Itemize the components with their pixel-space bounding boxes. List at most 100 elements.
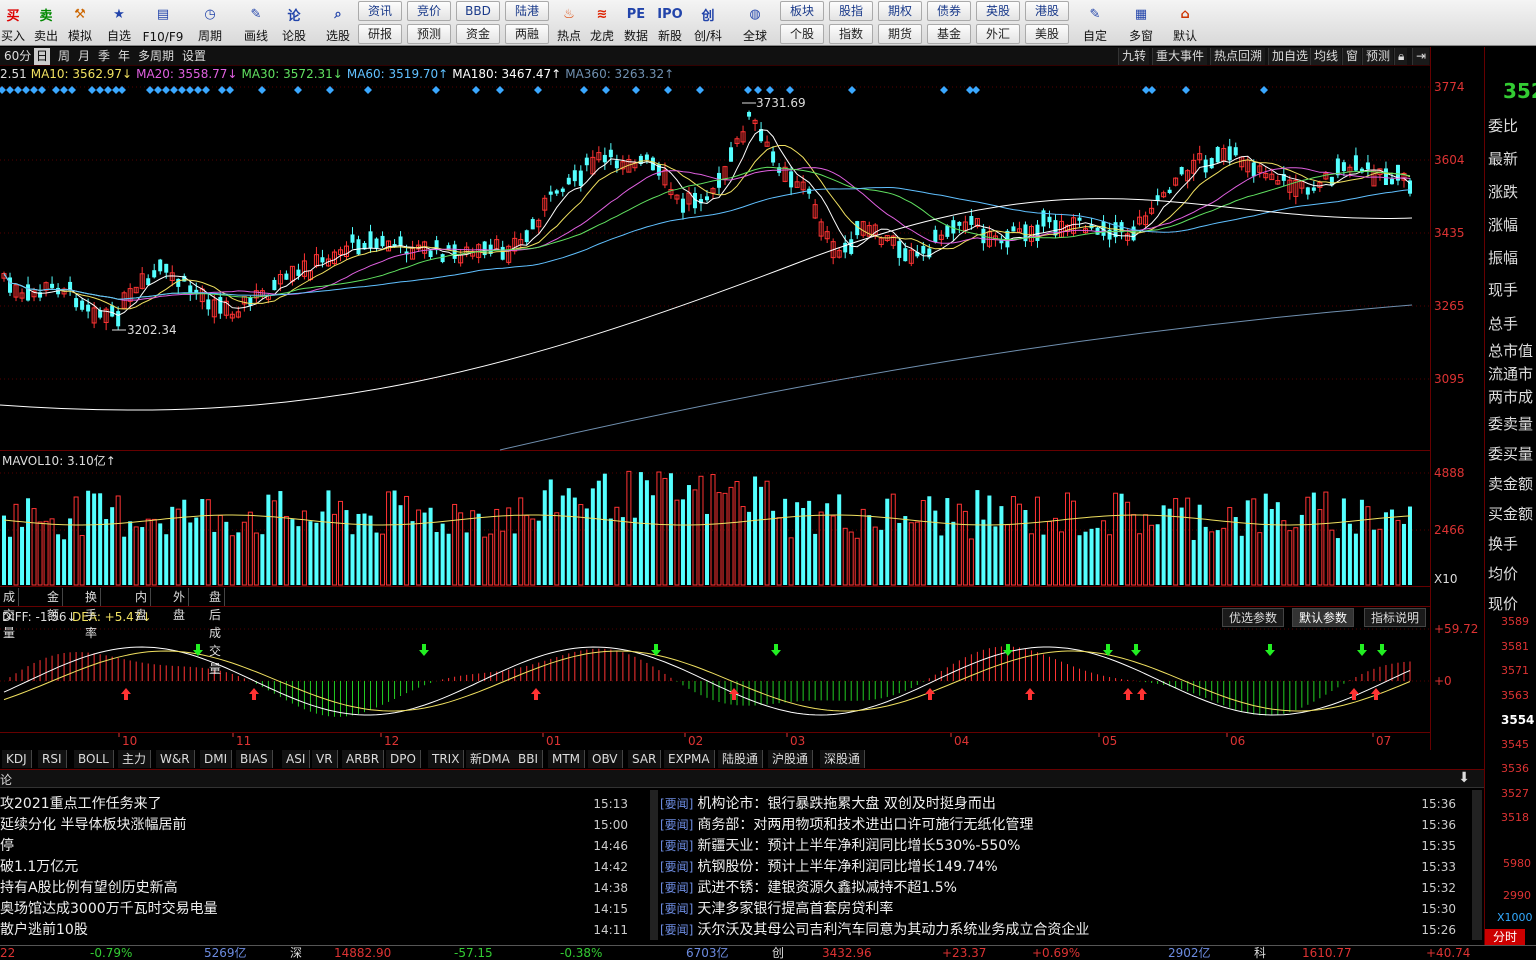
news-title: 奥场馆达成3000万千瓦时交易电量	[0, 901, 218, 917]
month-label: 12	[384, 734, 399, 748]
indicator-tab-7[interactable]: ASI	[282, 750, 311, 768]
market-button-top-0[interactable]: 板块	[780, 1, 824, 21]
news-item[interactable]: 散户逃前10股 14:11	[0, 920, 628, 941]
toolbar-right-button-2[interactable]: ⌂ 默认	[1164, 0, 1206, 46]
indicator-tab-13[interactable]: BBI	[514, 750, 544, 768]
indicator-tab-14[interactable]: MTM	[548, 750, 586, 768]
indicator-tab-2[interactable]: BOLL	[74, 750, 114, 768]
indicator-tab-10[interactable]: DPO	[386, 750, 421, 768]
news-title: 天津多家银行提高首套房贷利率	[697, 901, 894, 917]
indicator-tab-6[interactable]: BIAS	[236, 750, 273, 768]
indicator-tab-17[interactable]: EXPMA	[664, 750, 715, 768]
status-value-8: 创	[772, 946, 785, 960]
toolbar-button-8[interactable]: ⌕ 选股	[318, 0, 358, 46]
news-tag: [要闻]	[660, 860, 694, 874]
indicator-tab-12[interactable]: 新DMA	[466, 750, 515, 768]
download-icon[interactable]: ⬇	[1458, 770, 1470, 786]
news-item[interactable]: [要闻] 杭钢股份：预计上半年净利润同比增长149.74% 15:33	[660, 857, 1456, 878]
indicator-tab-18[interactable]: 陆股通	[718, 750, 764, 768]
toolbar-button-2[interactable]: ⚒ 模拟	[64, 0, 96, 46]
market-button-bottom-4[interactable]: 外汇	[976, 24, 1020, 44]
market-button-top-4[interactable]: 英股	[976, 1, 1020, 21]
toolbar-button-0[interactable]: 买买入	[0, 0, 26, 46]
quick-button-bottom-0[interactable]: 研报	[358, 24, 402, 44]
toolbar-button-1[interactable]: 卖卖出	[32, 0, 60, 46]
news-item[interactable]: 破1.1万亿元 14:42	[0, 857, 628, 878]
news-item[interactable]: 停 14:46	[0, 836, 628, 857]
toolbar-button-6[interactable]: ✎ 画线	[236, 0, 276, 46]
toolbar-button-5[interactable]: ◷ 周期	[188, 0, 232, 46]
timeshare-vol-tick: 5980	[1503, 857, 1531, 870]
market-button-top-2[interactable]: 期权	[878, 1, 922, 21]
indicator-tab-19[interactable]: 沪股通	[768, 750, 814, 768]
market-button-top-3[interactable]: 债券	[927, 1, 971, 21]
toolbar-mid-button-4[interactable]: 创创/科	[686, 0, 730, 46]
timeshare-tab[interactable]: 分时	[1485, 929, 1525, 945]
market-button-top-5[interactable]: 港股	[1025, 1, 1069, 21]
macd-param-button-1[interactable]: 默认参数	[1292, 608, 1355, 627]
news-item[interactable]: 持有A股比例有望创历史新高 14:38	[0, 878, 628, 899]
quick-button-bottom-1[interactable]: 预测	[407, 24, 451, 44]
toolbar-right-label: 自定	[1082, 29, 1107, 43]
indicator-tabs: KDJ RSI BOLL 主力 W&R DMI BIAS ASI VR ARBR DPO TRIX 新D…	[0, 750, 1430, 768]
news-item[interactable]: 攻2021重点工作任务来了 15:13	[0, 794, 628, 815]
kline-chart[interactable]: 3774 3604 3435 3265 3095 3731.69 3202.34 MAVOL1…	[0, 47, 1484, 750]
status-value-4: 14882.90	[334, 946, 392, 960]
indicator-tab-20[interactable]: 深股通	[820, 750, 866, 768]
volume-tab-3[interactable]: 内盘	[132, 588, 152, 622]
indicator-tab-4[interactable]: W&R	[156, 750, 195, 768]
toolbar-button-4[interactable]: ▤ F10/F9	[142, 0, 184, 46]
toolbar-right-button-1[interactable]: ▦ 多窗	[1120, 0, 1162, 46]
news-item[interactable]: [要闻] 天津多家银行提高首套房贷利率 15:30	[660, 899, 1456, 920]
indicator-tab-15[interactable]: OBV	[588, 750, 623, 768]
news-item[interactable]: [要闻] 机构论市：银行暴跌拖累大盘 双创及时挺身而出 15:36	[660, 794, 1456, 815]
market-button-top-1[interactable]: 股指	[829, 1, 873, 21]
indicator-tab-16[interactable]: SAR	[628, 750, 662, 768]
volume-tab-1[interactable]: 金额	[44, 588, 64, 622]
toolbar-mid-button-5[interactable]: ◍ 全球	[734, 0, 776, 46]
toolbar-button-7[interactable]: 论论股	[278, 0, 310, 46]
market-button-bottom-3[interactable]: 基金	[927, 24, 971, 44]
market-button-bottom-5[interactable]: 美股	[1025, 24, 1069, 44]
quick-button-top-0[interactable]: 资讯	[358, 1, 402, 21]
volume-tab-0[interactable]: 成交量	[0, 588, 20, 640]
volume-tab-5[interactable]: 盘后成交量	[206, 588, 226, 676]
indicator-tab-0[interactable]: KDJ	[2, 750, 32, 768]
market-button-bottom-2[interactable]: 期货	[878, 24, 922, 44]
volume-tab-2[interactable]: 换手率	[82, 588, 102, 640]
news-time: 14:42	[593, 860, 628, 874]
news-item[interactable]: 奥场馆达成3000万千瓦时交易电量 14:15	[0, 899, 628, 920]
indicator-tab-5[interactable]: DMI	[200, 750, 233, 768]
news-item[interactable]: [要闻] 沃尔沃及其母公司吉利汽车同意为其动力系统业务成立合资企业 15:26	[660, 920, 1456, 941]
macd-param-button-2[interactable]: 指标说明	[1364, 608, 1427, 627]
toolbar-mid-button-0[interactable]: ♨ 热点	[554, 0, 584, 46]
indicator-tab-3[interactable]: 主力	[118, 750, 152, 768]
news-time: 15:00	[593, 818, 628, 832]
toolbar-button-3[interactable]: ★ 自选	[100, 0, 138, 46]
toolbar-mid-button-1[interactable]: ≋ 龙虎	[586, 0, 618, 46]
news-item[interactable]: [要闻] 武进不锈：建银资源久鑫拟减持不超1.5% 15:32	[660, 878, 1456, 899]
market-button-bottom-0[interactable]: 个股	[780, 24, 824, 44]
news-item[interactable]: [要闻] 新疆天业：预计上半年净利润同比增长530%-550% 15:35	[660, 836, 1456, 857]
indicator-tab-8[interactable]: VR	[312, 750, 338, 768]
volume-tab-4[interactable]: 外盘	[170, 588, 190, 622]
news-item[interactable]: [要闻] 商务部：对两用物项和技术进出口许可施行无纸化管理 15:36	[660, 815, 1456, 836]
toolbar-mid-button-3[interactable]: IPO 新股	[654, 0, 686, 46]
indicator-tab-9[interactable]: ARBR	[342, 750, 385, 768]
quick-button-top-3[interactable]: 陆港	[505, 1, 549, 21]
toolbar-right-label: 多窗	[1128, 29, 1153, 43]
quick-button-bottom-2[interactable]: 资金	[456, 24, 500, 44]
news-tag: [要闻]	[660, 902, 694, 916]
market-button-bottom-1[interactable]: 指数	[829, 24, 873, 44]
toolbar-right-button-0[interactable]: ✎ 自定	[1074, 0, 1116, 46]
indicator-tab-11[interactable]: TRIX	[428, 750, 465, 768]
news-item[interactable]: 延续分化 半导体板块涨幅居前 15:00	[0, 815, 628, 836]
quick-button-top-1[interactable]: 竞价	[407, 1, 451, 21]
toolbar-mid-button-2[interactable]: PE 数据	[620, 0, 652, 46]
sell-signal-icon	[1265, 644, 1275, 656]
macd-param-button-0[interactable]: 优选参数	[1222, 608, 1285, 627]
quick-button-top-2[interactable]: BBD	[456, 1, 500, 21]
quick-button-bottom-3[interactable]: 两融	[505, 24, 549, 44]
news-scrollbar[interactable]	[1472, 790, 1482, 940]
indicator-tab-1[interactable]: RSI	[38, 750, 67, 768]
